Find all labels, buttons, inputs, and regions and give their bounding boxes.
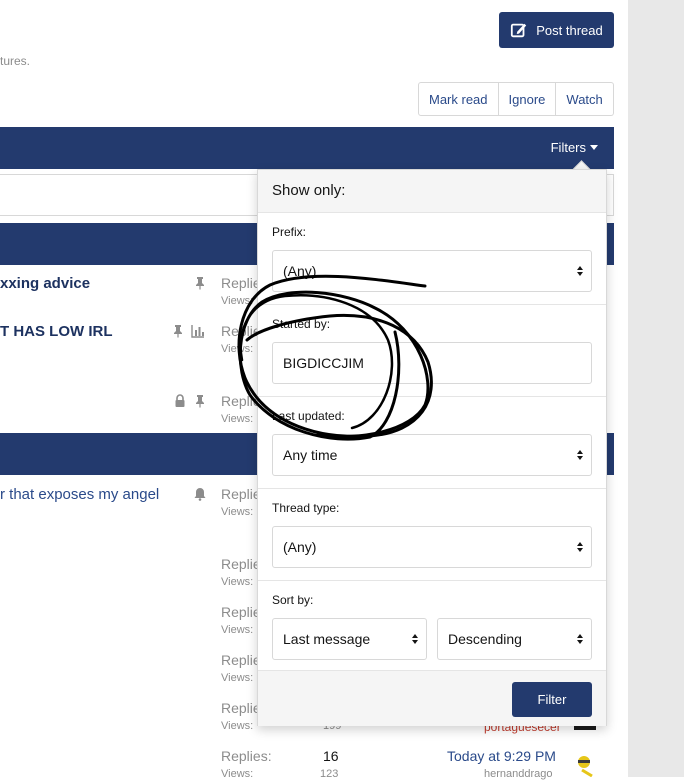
thread-replies-count-9: 16 <box>323 748 339 764</box>
sort-by-label: Sort by: <box>272 593 314 607</box>
thread-replies-label-9: Replies: <box>221 748 272 764</box>
filters-label: Filters <box>550 140 586 155</box>
thread-views-label-9: Views: <box>221 768 254 780</box>
watch-button[interactable]: Watch <box>556 82 614 116</box>
sort-field-value: Last message <box>283 631 371 647</box>
thread-type-value: (Any) <box>283 539 317 555</box>
thread-views-label-2: Views: <box>221 343 254 355</box>
thread-status-1 <box>193 276 207 290</box>
last-post-date[interactable]: Today at 9:29 PM <box>447 748 556 764</box>
filter-menu: Show only: Prefix: (Any) Started by: BIG… <box>257 169 607 726</box>
thread-views-label-1: Views: <box>221 295 254 307</box>
filter-menu-footer: Filter <box>258 670 606 726</box>
thread-views-label-7: Views: <box>221 672 254 684</box>
thread-title-2[interactable]: T HAS LOW IRL <box>0 323 113 340</box>
sort-field-select[interactable]: Last message <box>272 618 427 660</box>
thread-status-2 <box>171 324 205 338</box>
thread-views-label-8: Views: <box>221 720 254 732</box>
pin-icon <box>196 395 204 408</box>
started-by-label: Started by: <box>272 317 331 331</box>
last-updated-value: Any time <box>283 447 338 463</box>
avatar[interactable] <box>572 752 598 777</box>
started-by-value: BIGDICCJIM <box>283 355 364 371</box>
thread-status-3 <box>173 394 207 408</box>
thread-title-4[interactable]: r that exposes my angel <box>0 486 159 503</box>
forum-description: tures. <box>0 54 31 68</box>
thread-views-label-3: Views: <box>221 413 254 425</box>
lock-icon <box>175 394 185 407</box>
filter-submit-button[interactable]: Filter <box>512 682 592 717</box>
ignore-button[interactable]: Ignore <box>498 82 557 116</box>
post-thread-button[interactable]: Post thread <box>499 12 614 48</box>
thread-type-select[interactable]: (Any) <box>272 526 592 568</box>
thread-views-label-4: Views: <box>221 506 254 518</box>
thread-views-label-5: Views: <box>221 576 254 588</box>
bell-icon <box>194 488 206 501</box>
last-updated-row: Last updated: Any time <box>258 397 606 489</box>
prefix-label: Prefix: <box>272 225 307 239</box>
started-by-input[interactable]: BIGDICCJIM <box>272 342 592 384</box>
page-gutter <box>628 0 684 777</box>
thread-views-label-6: Views: <box>221 624 254 636</box>
last-updated-select[interactable]: Any time <box>272 434 592 476</box>
prefix-select[interactable]: (Any) <box>272 250 592 292</box>
filter-bar: Filters <box>0 127 614 169</box>
poll-chart-icon <box>191 325 204 338</box>
compose-icon <box>511 23 527 38</box>
pin-icon <box>174 325 182 338</box>
thread-views-count-9: 123 <box>320 768 339 780</box>
last-updated-label: Last updated: <box>272 409 345 423</box>
thread-type-label: Thread type: <box>272 501 340 515</box>
thread-title-1[interactable]: xxing advice <box>0 275 90 292</box>
thread-status-4 <box>193 487 207 501</box>
sort-direction-select[interactable]: Descending <box>437 618 592 660</box>
started-by-row: Started by: BIGDICCJIM <box>258 305 606 397</box>
sort-direction-value: Descending <box>448 631 522 647</box>
prefix-row: Prefix: (Any) <box>258 213 606 305</box>
caret-down-icon <box>590 145 598 150</box>
filter-menu-title: Show only: <box>272 182 346 199</box>
filters-toggle[interactable]: Filters <box>551 140 598 155</box>
sort-by-row: Sort by: Last message Descending <box>258 581 606 670</box>
prefix-value: (Any) <box>283 263 317 279</box>
last-poster[interactable]: hernanddrago <box>484 768 553 780</box>
post-thread-label: Post thread <box>536 22 603 38</box>
thread-type-row: Thread type: (Any) <box>258 489 606 581</box>
filter-menu-header: Show only: <box>258 170 606 213</box>
pin-icon <box>196 277 204 290</box>
forum-actions: Mark read Ignore Watch <box>418 82 614 116</box>
mark-read-button[interactable]: Mark read <box>418 82 499 116</box>
